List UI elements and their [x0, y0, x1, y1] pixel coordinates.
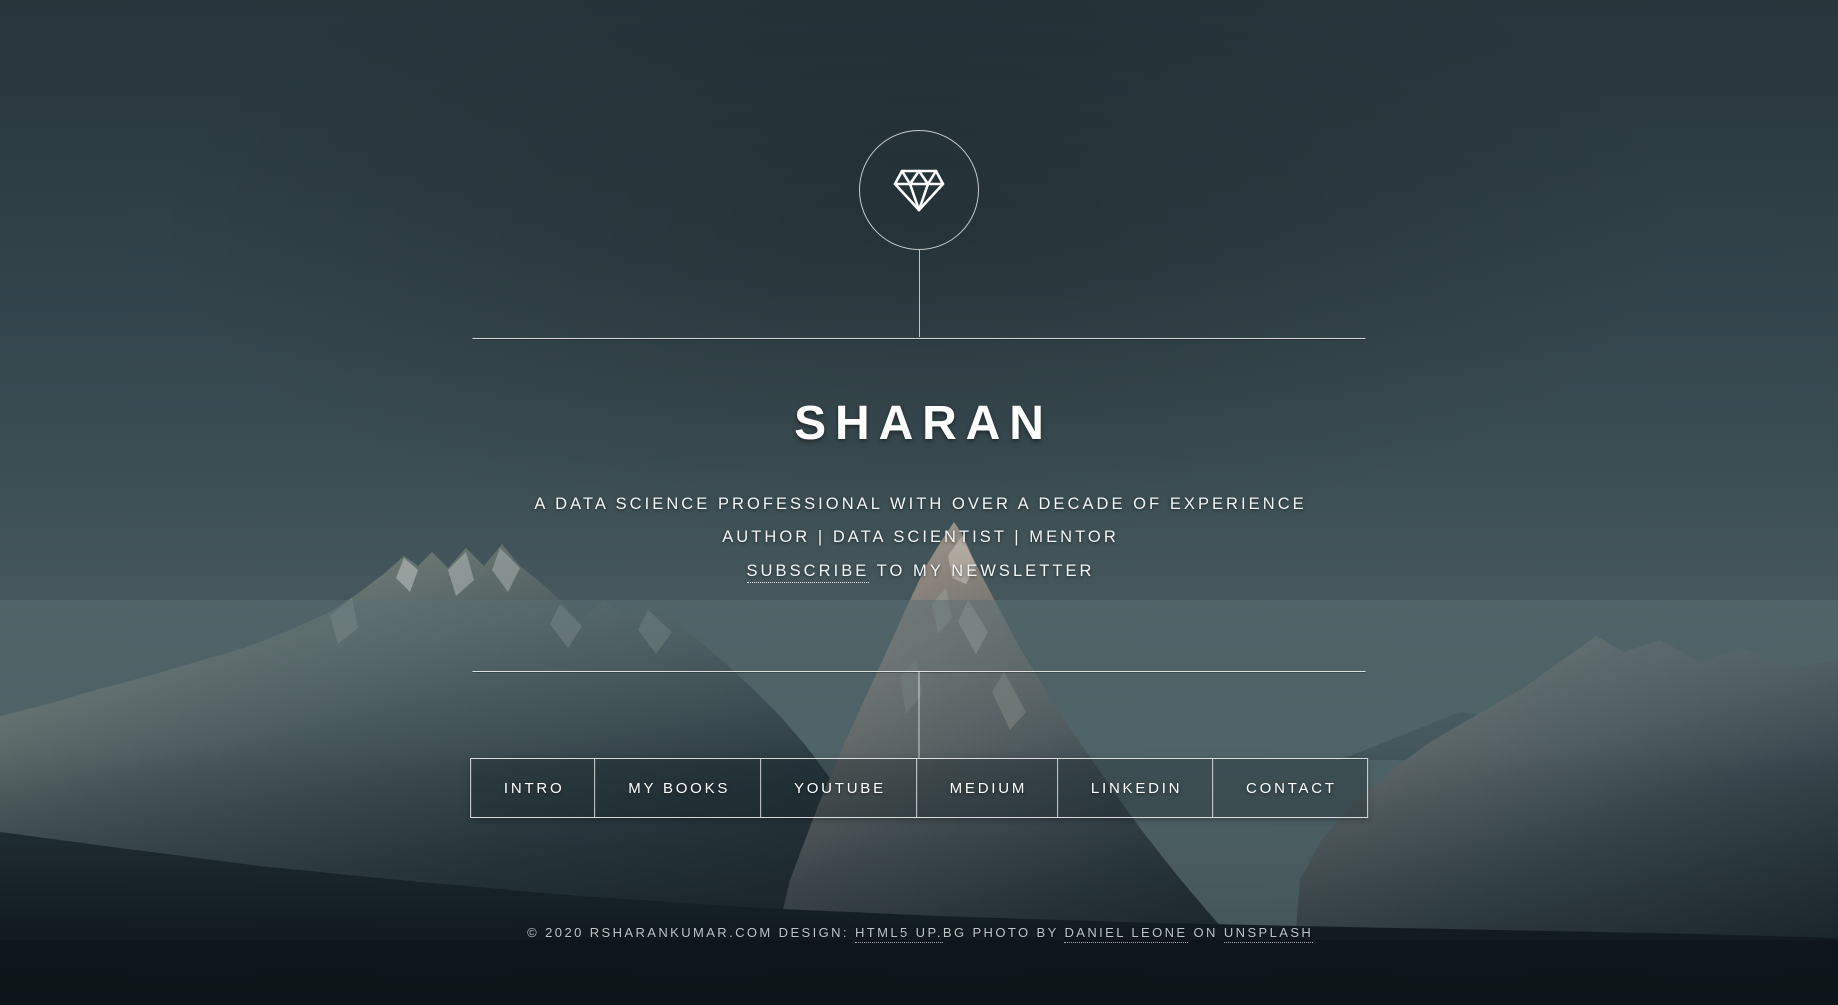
footer-on-text: ON: [1193, 925, 1218, 940]
nav-item-intro[interactable]: INTRO: [471, 759, 596, 817]
footer-copyright: © 2020 RSHARANKUMAR.COM DESIGN:: [527, 925, 849, 940]
tagline-line-2: AUTHOR | DATA SCIENTIST | MENTOR: [722, 528, 1119, 547]
logo-stem-line: [918, 250, 920, 337]
nav-item-youtube[interactable]: YOUTUBE: [761, 759, 917, 817]
tagline-line-1: A DATA SCIENCE PROFESSIONAL WITH OVER A …: [534, 495, 1307, 513]
tagline-line-3-rest: TO MY NEWSLETTER: [869, 561, 1095, 580]
tagline-line-3: SUBSCRIBE TO MY NEWSLETTER: [0, 555, 1838, 588]
landing-page: SHARAN A DATA SCIENCE PROFESSIONAL WITH …: [0, 0, 1838, 1005]
main-nav: INTRO MY BOOKS YOUTUBE MEDIUM LINKEDIN C…: [470, 758, 1368, 818]
page-content: SHARAN A DATA SCIENCE PROFESSIONAL WITH …: [0, 0, 1838, 1005]
daniel-leone-link[interactable]: DANIEL LEONE: [1064, 925, 1188, 943]
hero-tagline: A DATA SCIENCE PROFESSIONAL WITH OVER A …: [0, 488, 1838, 588]
footer: © 2020 RSHARANKUMAR.COM DESIGN: HTML5 UP…: [0, 925, 1838, 943]
logo: [859, 130, 979, 337]
unsplash-link[interactable]: UNSPLASH: [1223, 925, 1314, 943]
nav-item-my-books[interactable]: MY BOOKS: [595, 759, 762, 817]
divider-top: [472, 338, 1366, 339]
footer-design-suffix: BG PHOTO BY: [942, 925, 1059, 940]
nav-item-linkedin[interactable]: LINKEDIN: [1058, 759, 1214, 817]
logo-circle: [859, 130, 979, 250]
html5up-link[interactable]: HTML5 UP.: [855, 925, 943, 943]
page-title: SHARAN: [794, 397, 1053, 450]
divider-stem-line: [918, 671, 920, 758]
nav-item-medium[interactable]: MEDIUM: [917, 759, 1059, 817]
nav-item-contact[interactable]: CONTACT: [1213, 759, 1367, 817]
subscribe-link[interactable]: SUBSCRIBE: [746, 561, 870, 583]
hero-section: SHARAN A DATA SCIENCE PROFESSIONAL WITH …: [0, 400, 1838, 588]
diamond-icon: [893, 169, 945, 212]
